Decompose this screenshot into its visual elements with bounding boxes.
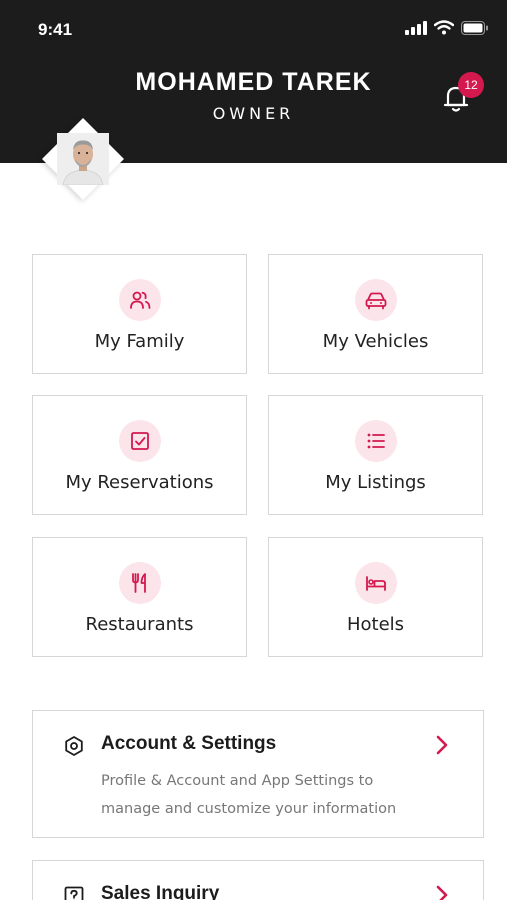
avatar[interactable] [41,117,125,201]
tile-my-vehicles[interactable]: My Vehicles [268,254,483,374]
family-icon-badge [118,279,161,321]
chevron-right-icon [436,885,448,900]
status-icons [405,20,489,35]
profile-name: MOHAMED TAREK [135,68,372,96]
tile-my-listings[interactable]: My Listings [268,395,483,515]
card-title: Account & Settings [101,733,277,754]
status-time: 9:41 [38,20,73,39]
tile-label: My Family [94,331,185,352]
list-icon-badge [354,420,397,462]
bed-icon [365,576,386,591]
calendar-check-icon [130,432,149,450]
question-icon [64,886,84,900]
family-icon [129,291,150,309]
card-description: Profile & Account and App Settings to ma… [101,773,397,817]
status-bar: 9:41 [0,0,507,56]
tile-label: My Vehicles [322,331,429,352]
fork-knife-icon [131,573,146,593]
wifi-icon [434,20,454,35]
card-title: Sales Inquiry [101,883,220,900]
tile-my-family[interactable]: My Family [32,254,247,374]
tile-label: My Listings [325,472,426,493]
list-icon [367,433,385,449]
battery-icon [461,20,488,35]
car-icon [365,292,386,310]
cellular-signal-icon [405,20,427,35]
settings-hexagon-icon [65,736,83,756]
avatar-photo [57,133,109,185]
tile-label: Hotels [346,614,405,635]
tile-my-reservations[interactable]: My Reservations [32,395,247,515]
tile-label: Restaurants [85,614,194,635]
tile-label: My Reservations [65,472,214,493]
tile-hotels[interactable]: Hotels [268,537,483,657]
account-settings-card[interactable]: Account & Settings Profile & Account and… [32,710,484,838]
fork-knife-icon-badge [118,562,161,604]
chevron-right-icon [436,735,448,755]
car-icon-badge [354,279,397,321]
sales-inquiry-card[interactable]: Sales Inquiry [32,860,484,900]
calendar-check-icon-badge [118,420,161,462]
tile-restaurants[interactable]: Restaurants [32,537,247,657]
bed-icon-badge [354,562,397,604]
notification-badge: 12 [458,72,484,98]
